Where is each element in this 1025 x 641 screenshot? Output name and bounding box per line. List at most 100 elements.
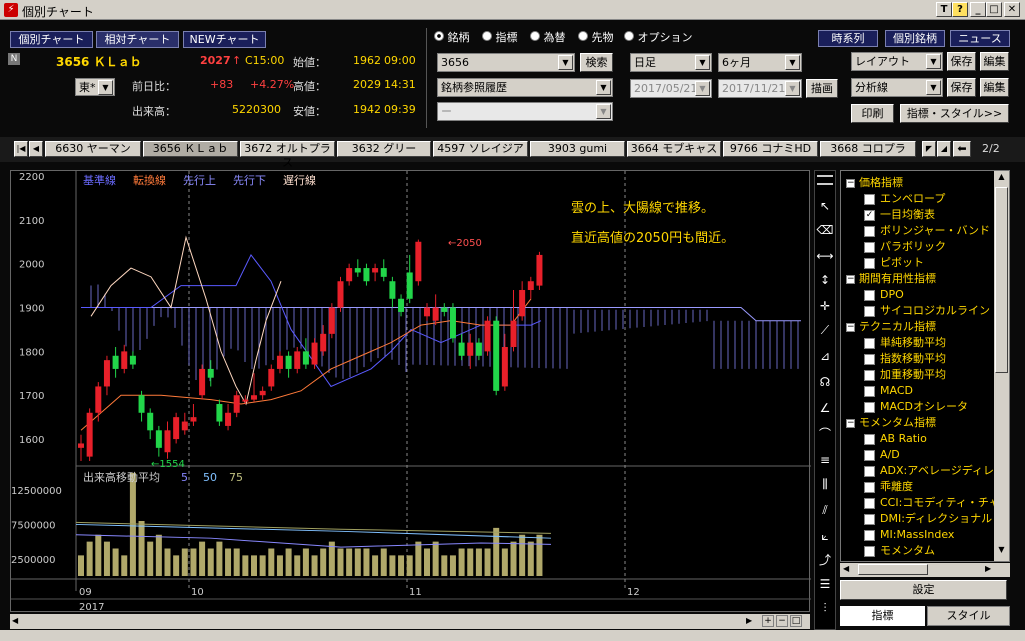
tab-symbol[interactable]: 9766 コナミHD	[723, 141, 818, 157]
tree-group[interactable]: − モメンタム指標	[846, 415, 996, 431]
tree-item[interactable]: MACD	[846, 383, 996, 399]
kobetsu-meigara-button[interactable]: 個別銘柄	[885, 30, 945, 47]
fib-fan-icon[interactable]: ⟀	[816, 527, 834, 545]
analysis-edit-button[interactable]: 編集	[980, 78, 1009, 97]
tree-item[interactable]: ADX:アベレージディレ	[846, 463, 996, 479]
tree-item[interactable]: 単純移動平均	[846, 335, 996, 351]
tree-item[interactable]: MI:MassIndex	[846, 527, 996, 543]
tree-item[interactable]: DPO	[846, 287, 996, 303]
checkbox-icon[interactable]	[864, 369, 875, 381]
collapse-icon[interactable]: −	[846, 274, 855, 284]
collapse-icon[interactable]: −	[846, 322, 855, 332]
layout-edit-button[interactable]: 編集	[980, 52, 1009, 71]
checkbox-icon[interactable]	[864, 481, 875, 493]
minimize-button[interactable]: _	[970, 2, 986, 17]
tree-item[interactable]: パラボリック	[846, 239, 996, 255]
tree-item[interactable]: 指数移動平均	[846, 351, 996, 367]
date-from-picker[interactable]: 2017/05/21 ▼	[630, 79, 712, 98]
checkbox-icon[interactable]	[864, 449, 875, 461]
print-button[interactable]: 印刷	[851, 104, 894, 123]
tab-symbol[interactable]: 3672 オルトプラス	[240, 141, 335, 169]
period-range-select[interactable]: 6ヶ月 ▼	[718, 53, 802, 72]
tree-item[interactable]: ピボット	[846, 255, 996, 271]
analysis-save-button[interactable]: 保存	[947, 78, 976, 97]
cross-icon[interactable]: ✛	[816, 297, 834, 315]
radio-1[interactable]: 指標	[482, 29, 518, 45]
menu-icon[interactable]	[817, 175, 833, 185]
tree-hscrollbar[interactable]: ◀ ▶	[840, 563, 1010, 577]
prev-tab-icon[interactable]: ◀	[29, 141, 43, 157]
radio-0[interactable]: 銘柄	[434, 29, 470, 45]
radio-4[interactable]: オプション	[624, 29, 693, 45]
chart-area[interactable]: 1600 1700 1800 1900 2000 2100 2200 12500000 7500…	[10, 170, 811, 613]
fan-icon[interactable]: ⊿	[816, 347, 834, 365]
back-arrow-icon[interactable]: ⬅	[953, 141, 971, 157]
draw-button[interactable]: 描画	[806, 79, 838, 98]
checkbox-icon[interactable]	[864, 529, 875, 541]
cursor-icon[interactable]: ↖	[816, 197, 834, 215]
cycles-icon[interactable]: ⫼	[816, 475, 834, 493]
tab-symbol[interactable]: 3632 グリー	[337, 141, 431, 157]
radio-2[interactable]: 為替	[530, 29, 566, 45]
fib-arc-icon[interactable]: ⌒	[816, 425, 834, 443]
tree-group[interactable]: − 価格指標	[846, 175, 996, 191]
timezone-icon[interactable]: ⫶	[816, 599, 834, 617]
tree-item[interactable]: エンベロープ	[846, 191, 996, 207]
tab-indicator[interactable]: 指標	[840, 606, 925, 626]
tab-symbol[interactable]: 3664 モブキャス	[627, 141, 721, 157]
eraser-icon[interactable]: ⌫	[816, 221, 834, 239]
new-chart-button[interactable]: NEWチャート	[183, 31, 266, 48]
collapse-icon[interactable]: −	[846, 178, 855, 188]
checkbox-icon[interactable]	[864, 353, 875, 365]
tree-item[interactable]: ボリンジャー・バンド	[846, 223, 996, 239]
tab-scroll-left-icon[interactable]: ◤	[922, 141, 936, 157]
tab-symbol[interactable]: 3656 ＫＬａｂ	[143, 141, 238, 157]
date-to-picker[interactable]: 2017/11/21 ▼	[718, 79, 802, 98]
close-button[interactable]: ✕	[1004, 2, 1020, 17]
tab-symbol[interactable]: 3668 コロプラ	[820, 141, 916, 157]
tab-style[interactable]: スタイル	[927, 606, 1010, 626]
help-icon[interactable]: ?	[952, 2, 968, 17]
tree-item[interactable]: DMI:ディレクショナル	[846, 511, 996, 527]
tree-item[interactable]: 加重移動平均	[846, 367, 996, 383]
zoom-out-icon[interactable]: −	[776, 615, 788, 627]
maximize-button[interactable]: □	[986, 2, 1002, 17]
indicator-style-button[interactable]: 指標・スタイル>>	[900, 104, 1009, 123]
checkbox-icon[interactable]	[864, 401, 875, 413]
tree-item[interactable]: サイコロジカルライン	[846, 303, 996, 319]
tab-symbol[interactable]: 4597 ソレイジア	[433, 141, 528, 157]
retracement-icon[interactable]: ☰	[816, 575, 834, 593]
vline-icon[interactable]: ↕	[816, 271, 834, 289]
reset-zoom-icon[interactable]: □	[790, 615, 802, 627]
checkbox-icon[interactable]	[864, 257, 875, 269]
checkbox-icon[interactable]	[864, 545, 875, 557]
trendline-icon[interactable]: ⟋	[816, 321, 834, 339]
analysis-select[interactable]: 分析線 ▼	[851, 78, 943, 97]
period-type-select[interactable]: 日足 ▼	[630, 53, 712, 72]
arc-icon[interactable]: ☊	[816, 373, 834, 391]
tree-item[interactable]: ✓ 一目均衡表	[846, 207, 996, 223]
blank-select[interactable]: ー ▼	[437, 102, 613, 121]
checkbox-icon[interactable]	[864, 497, 875, 509]
tree-item[interactable]: MACDオシレータ	[846, 399, 996, 415]
tab-scroll-right-icon[interactable]: ◢	[937, 141, 951, 157]
search-button[interactable]: 検索	[580, 53, 613, 72]
tree-item[interactable]: 乖離度	[846, 479, 996, 495]
history-select[interactable]: 銘柄参照履歴 ▼	[437, 78, 613, 97]
radio-3[interactable]: 先物	[578, 29, 614, 45]
tree-group[interactable]: − 期間有用性指標	[846, 271, 996, 287]
jikeiretsu-button[interactable]: 時系列	[818, 30, 878, 47]
tree-item[interactable]: CCI:コモディティ・チャ	[846, 495, 996, 511]
layout-select[interactable]: レイアウト ▼	[851, 52, 943, 71]
checkbox-icon[interactable]	[864, 241, 875, 253]
checkbox-icon[interactable]	[864, 305, 875, 317]
zoom-in-icon[interactable]: +	[762, 615, 774, 627]
first-tab-icon[interactable]: |◀	[14, 141, 28, 157]
hline-icon[interactable]: ⟷	[816, 247, 834, 265]
checkbox-icon[interactable]	[864, 513, 875, 525]
code-combo[interactable]: 3656 ▼	[437, 53, 575, 72]
tab-symbol[interactable]: 6630 ヤーマン	[45, 141, 141, 157]
levels-icon[interactable]: ≡	[816, 451, 834, 469]
tab-symbol[interactable]: 3903 gumi	[530, 141, 625, 157]
channel-icon[interactable]: ⫽	[816, 501, 834, 519]
